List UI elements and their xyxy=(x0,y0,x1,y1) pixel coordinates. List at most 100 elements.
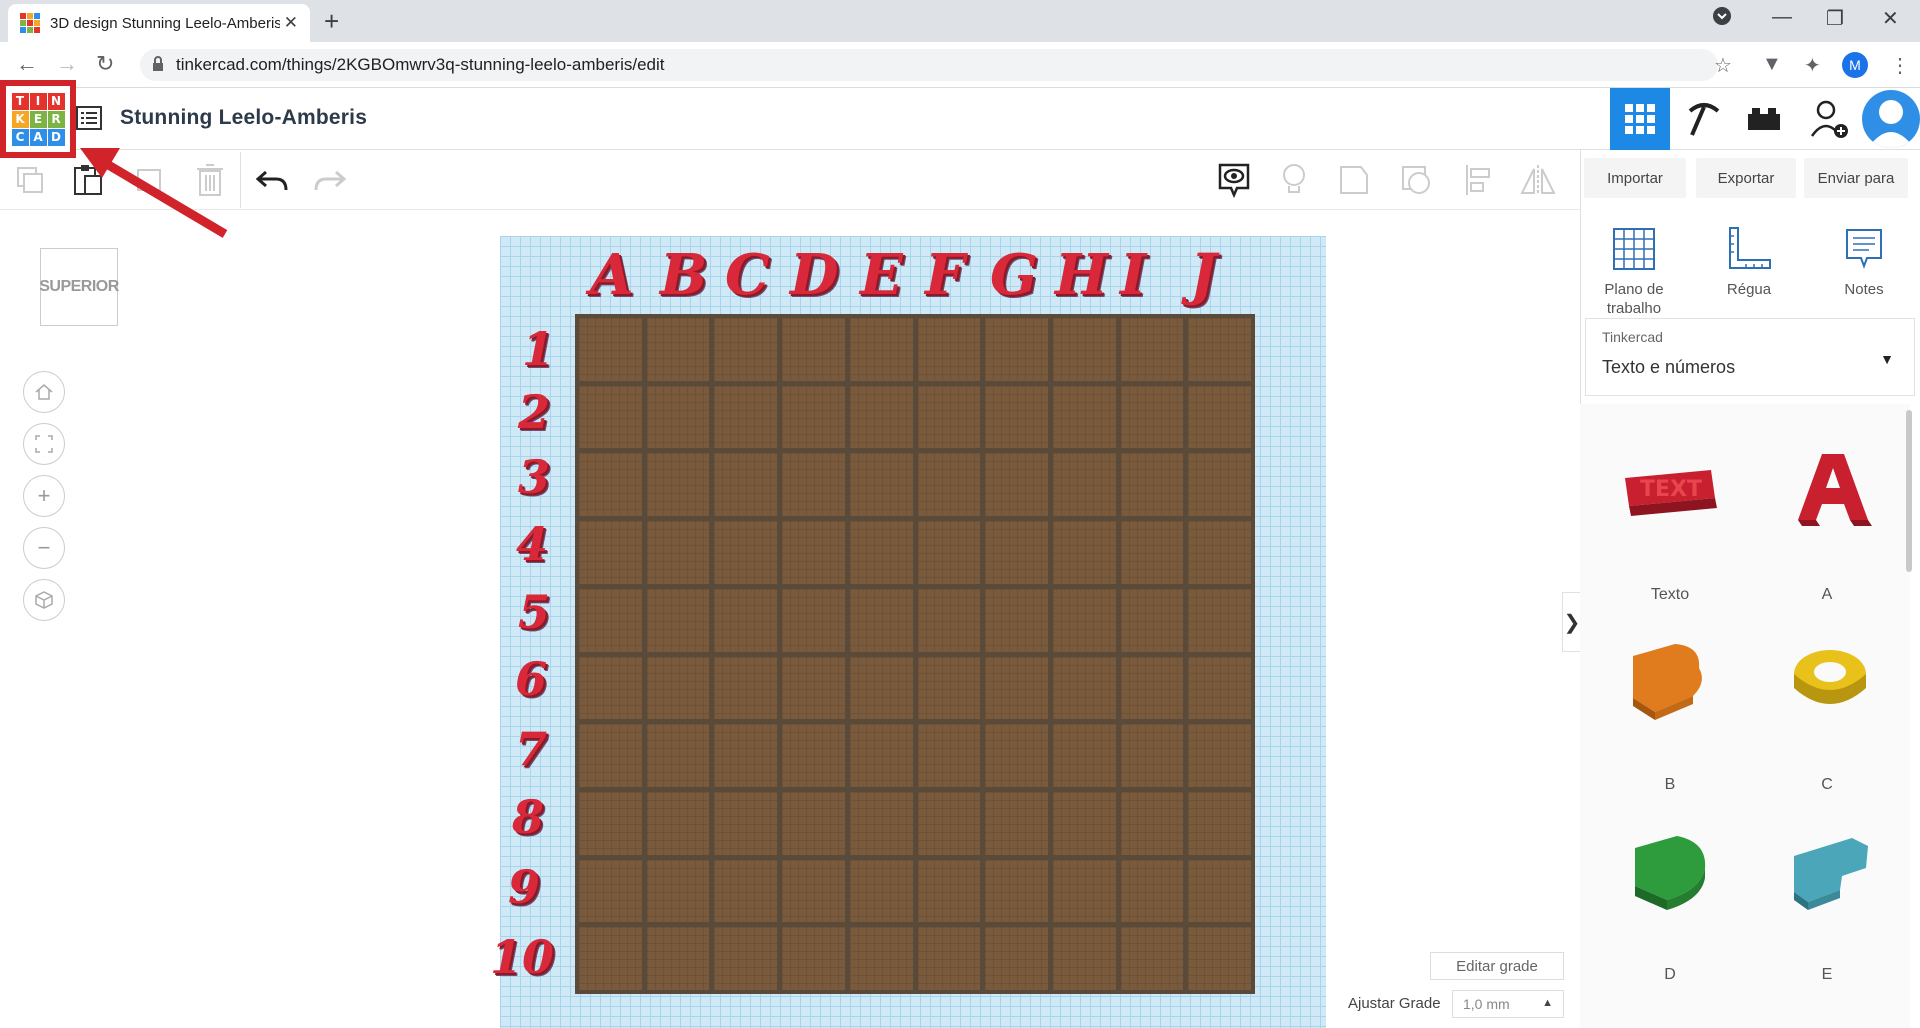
restore-icon[interactable]: ❐ xyxy=(1826,6,1844,31)
copy-icon[interactable] xyxy=(10,160,50,200)
ruler-tool[interactable]: Régua xyxy=(1699,226,1799,299)
board-cell[interactable] xyxy=(1188,588,1251,652)
board-cell[interactable] xyxy=(714,385,778,449)
zoom-in-button[interactable]: + xyxy=(23,475,65,517)
lightbulb-icon[interactable] xyxy=(1274,160,1314,200)
board-cell[interactable] xyxy=(1052,521,1116,584)
board-cell[interactable] xyxy=(1120,521,1184,584)
board-cell[interactable] xyxy=(1052,859,1116,923)
column-label[interactable]: C xyxy=(725,242,770,308)
board-cell[interactable] xyxy=(985,385,1048,449)
board-cell[interactable] xyxy=(1188,453,1251,517)
board-cell[interactable] xyxy=(1120,859,1184,923)
board-cell[interactable] xyxy=(782,385,845,449)
minimize-icon[interactable]: — xyxy=(1772,6,1792,29)
board-cell[interactable] xyxy=(579,588,642,652)
shape-item-b[interactable]: B xyxy=(1595,626,1745,806)
bookmark-star-icon[interactable]: ☆ xyxy=(1714,53,1732,78)
shape-item-a[interactable]: A xyxy=(1752,436,1902,616)
board-cell[interactable] xyxy=(917,385,981,449)
board-cell[interactable] xyxy=(1120,453,1184,517)
board-cell[interactable] xyxy=(917,521,981,584)
board-cell[interactable] xyxy=(849,453,913,517)
row-label[interactable]: 7 xyxy=(515,722,547,776)
row-label[interactable]: 6 xyxy=(515,652,547,706)
tinkercad-logo-highlight[interactable]: T I N K E R C A D xyxy=(0,80,76,158)
shape-item-c[interactable]: C xyxy=(1752,626,1902,806)
group-icon[interactable] xyxy=(1334,160,1374,200)
row-label[interactable]: 9 xyxy=(508,860,540,914)
board-cell[interactable] xyxy=(782,927,845,990)
board-cell[interactable] xyxy=(1188,318,1251,381)
row-label[interactable]: 3 xyxy=(518,450,550,504)
board-cell[interactable] xyxy=(646,385,710,449)
row-label[interactable]: 1 xyxy=(522,322,554,376)
board-cell[interactable] xyxy=(646,656,710,720)
board-cell[interactable] xyxy=(849,588,913,652)
board-cell[interactable] xyxy=(1120,724,1184,787)
user-avatar[interactable] xyxy=(1862,90,1920,148)
notes-toggle-icon[interactable] xyxy=(1214,160,1254,200)
board-cell[interactable] xyxy=(917,453,981,517)
board-cell[interactable] xyxy=(985,588,1048,652)
board-cell[interactable] xyxy=(579,724,642,787)
board-cell[interactable] xyxy=(917,318,981,381)
profile-avatar[interactable]: M xyxy=(1842,52,1868,78)
board-cell[interactable] xyxy=(579,656,642,720)
extensions-puzzle-icon[interactable]: ✦ xyxy=(1804,53,1821,78)
row-label[interactable]: 10 xyxy=(490,930,554,984)
board-cell[interactable] xyxy=(1120,927,1184,990)
column-label[interactable]: E xyxy=(860,242,903,308)
board-cell[interactable] xyxy=(646,927,710,990)
board-cell[interactable] xyxy=(782,656,845,720)
mirror-icon[interactable] xyxy=(1518,160,1558,200)
board-cell[interactable] xyxy=(714,521,778,584)
design-title[interactable]: Stunning Leelo-Amberis xyxy=(120,106,367,130)
codeblocks-button[interactable] xyxy=(1674,88,1734,150)
board-cell[interactable] xyxy=(849,521,913,584)
board-cell[interactable] xyxy=(1052,927,1116,990)
board-cell[interactable] xyxy=(849,724,913,787)
board-cell[interactable] xyxy=(1188,521,1251,584)
row-label[interactable]: 5 xyxy=(518,585,550,639)
board-cell[interactable] xyxy=(782,724,845,787)
board-cell[interactable] xyxy=(1052,318,1116,381)
board-cell[interactable] xyxy=(714,588,778,652)
board-cell[interactable] xyxy=(1120,791,1184,855)
reload-icon[interactable]: ↻ xyxy=(96,51,114,77)
board-cell[interactable] xyxy=(1052,588,1116,652)
board-cell[interactable] xyxy=(1120,385,1184,449)
browser-tab[interactable]: 3D design Stunning Leelo-Amberis ✕ xyxy=(8,4,310,42)
column-label[interactable]: A xyxy=(590,242,633,308)
board-cell[interactable] xyxy=(917,927,981,990)
board-cell[interactable] xyxy=(646,318,710,381)
column-label[interactable]: B xyxy=(660,242,707,308)
row-label[interactable]: 8 xyxy=(512,790,544,844)
extension-vpn-icon[interactable]: ▼ xyxy=(1762,53,1782,76)
board-cell[interactable] xyxy=(1188,724,1251,787)
board-cell[interactable] xyxy=(985,521,1048,584)
align-icon[interactable] xyxy=(1458,160,1498,200)
board-cell[interactable] xyxy=(1188,385,1251,449)
board-cell[interactable] xyxy=(714,859,778,923)
back-icon[interactable]: ← xyxy=(16,51,38,77)
board-cell[interactable] xyxy=(1052,453,1116,517)
board-cell[interactable] xyxy=(579,927,642,990)
board-cell[interactable] xyxy=(985,656,1048,720)
board-cell[interactable] xyxy=(579,385,642,449)
board-cell[interactable] xyxy=(1188,927,1251,990)
board-cell[interactable] xyxy=(1052,791,1116,855)
row-label[interactable]: 2 xyxy=(518,385,550,439)
board-cell[interactable] xyxy=(579,859,642,923)
board-cell[interactable] xyxy=(1120,656,1184,720)
board-cell[interactable] xyxy=(579,521,642,584)
new-tab-icon[interactable]: + xyxy=(324,6,339,37)
board-cell[interactable] xyxy=(985,318,1048,381)
board-cell[interactable] xyxy=(646,588,710,652)
column-label[interactable]: G xyxy=(990,242,1038,308)
board-cell[interactable] xyxy=(849,656,913,720)
board-cell[interactable] xyxy=(985,453,1048,517)
shape-item-texto[interactable]: TEXT Texto xyxy=(1595,436,1745,616)
view-cube[interactable]: SUPERIOR xyxy=(39,248,119,326)
import-button[interactable]: Importar xyxy=(1584,158,1686,198)
